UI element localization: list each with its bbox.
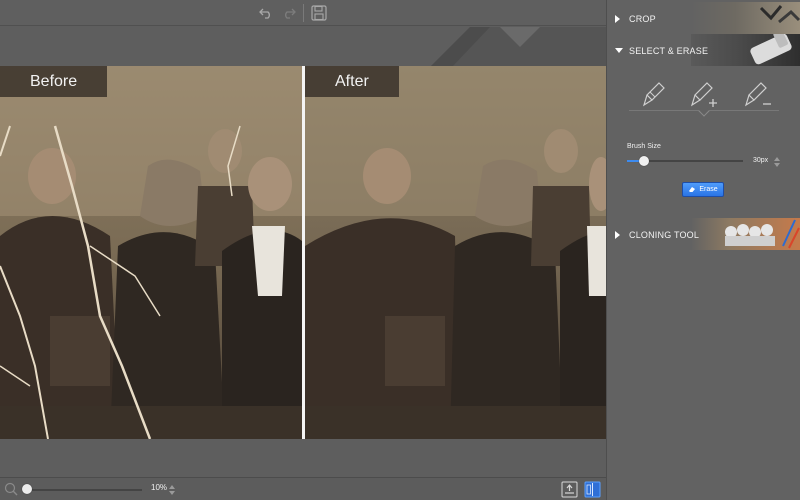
top-toolbar (0, 0, 606, 26)
before-photo[interactable]: Before (0, 66, 302, 439)
section-crop-label: CROP (629, 14, 656, 24)
zoom-value: 10% (151, 483, 168, 492)
export-icon[interactable] (561, 481, 578, 498)
decorative-shape (430, 27, 606, 67)
magnifier-icon (4, 482, 18, 496)
before-label: Before (0, 66, 108, 97)
zoom-slider-thumb[interactable] (22, 484, 32, 494)
zoom-slider-track[interactable] (26, 489, 142, 491)
app-window: Before After 10% CROP SELECT & ERASE Bru… (0, 0, 800, 500)
section-select-erase[interactable]: SELECT & ERASE (607, 34, 800, 66)
split-view-icon[interactable] (584, 481, 601, 498)
crop-banner-image (691, 2, 800, 34)
collapse-select-erase-icon (615, 48, 623, 53)
cloning-banner-image (691, 218, 800, 250)
zoom-stepper[interactable] (169, 483, 175, 495)
expand-crop-icon (615, 15, 620, 23)
section-select-erase-label: SELECT & ERASE (629, 46, 709, 56)
brush-subtract-icon[interactable] (743, 80, 771, 110)
erase-button[interactable]: Erase (682, 182, 724, 197)
section-cloning-label: CLONING TOOL (629, 230, 700, 240)
erase-button-label: Erase (699, 186, 718, 193)
brush-icon[interactable] (641, 80, 667, 110)
brush-size-slider-thumb[interactable] (639, 156, 649, 166)
brush-size-label: Brush Size (627, 143, 661, 150)
right-panel: CROP SELECT & ERASE Brush Size 30px Eras… (606, 0, 800, 500)
section-cloning-tool[interactable]: CLONING TOOL (607, 218, 800, 250)
after-photo[interactable]: After (305, 66, 606, 439)
brush-size-stepper[interactable] (774, 155, 780, 167)
undo-icon[interactable] (256, 3, 276, 23)
eraser-icon (689, 187, 696, 192)
after-label: After (305, 66, 399, 97)
brush-size-value: 30px (753, 157, 769, 164)
section-crop[interactable]: CROP (607, 2, 800, 34)
bottom-bar: 10% (0, 477, 606, 500)
expand-cloning-icon (615, 231, 620, 239)
save-icon[interactable] (309, 3, 329, 23)
toolbar-separator (303, 4, 304, 22)
redo-icon[interactable] (279, 3, 299, 23)
